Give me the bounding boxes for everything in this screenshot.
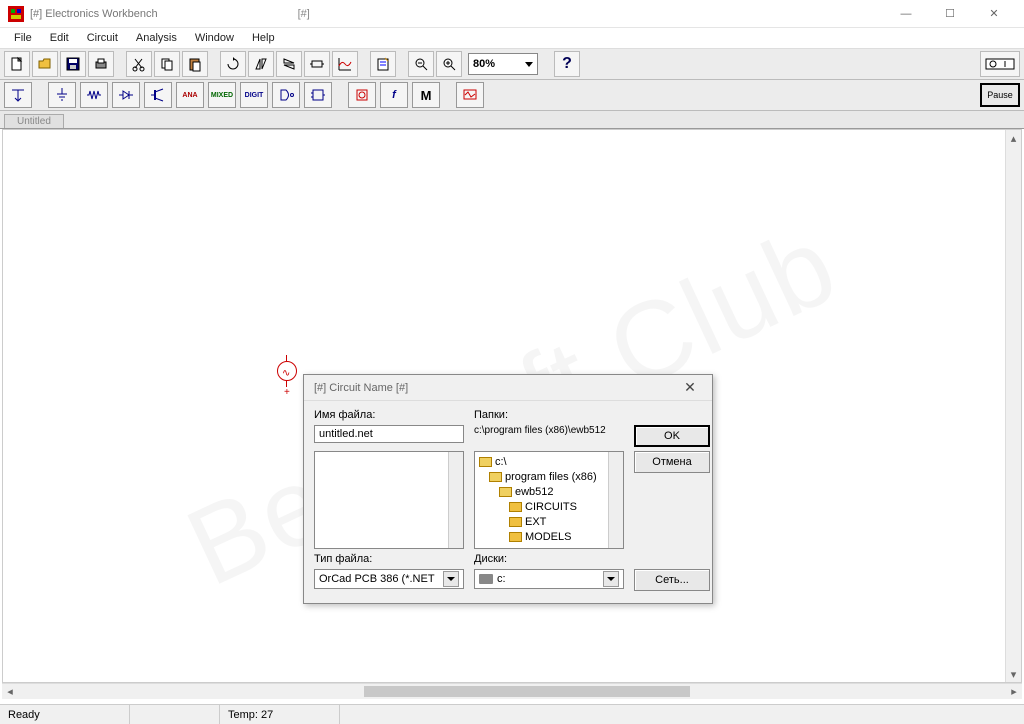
scroll-thumb[interactable] (364, 686, 690, 697)
folder-open-icon (489, 472, 502, 482)
tree-scrollbar[interactable] (608, 452, 623, 548)
digital-ics-bin[interactable]: DIGIT (240, 82, 268, 108)
close-button[interactable]: ✕ (972, 0, 1016, 28)
app-icon (8, 6, 24, 22)
diode-bin[interactable] (112, 82, 140, 108)
status-bar: Ready Temp: 27 (0, 704, 1024, 724)
indicators-bin[interactable] (348, 82, 376, 108)
cancel-button[interactable]: Отмена (634, 451, 710, 473)
scroll-up-icon[interactable]: ▴ (1006, 130, 1021, 146)
status-temp: Temp: 27 (220, 705, 340, 724)
sources-bin[interactable] (4, 82, 32, 108)
tab-untitled[interactable]: Untitled (4, 114, 64, 128)
folder-tree[interactable]: c:\ program files (x86) ewb512 CIRCUITS … (474, 451, 624, 549)
component-toolbar: ANA MIXED DIGIT f M Pause (0, 80, 1024, 111)
copy-button[interactable] (154, 51, 180, 77)
file-type-label: Тип файла: (314, 553, 464, 565)
disk-select[interactable]: c: (474, 569, 624, 589)
zoom-in-button[interactable] (436, 51, 462, 77)
scroll-left-icon[interactable]: ◂ (2, 685, 18, 698)
ac-source-component[interactable]: ∿ + (275, 355, 299, 387)
zoom-select[interactable]: 80% (468, 53, 538, 75)
file-listbox[interactable] (314, 451, 464, 549)
menu-window[interactable]: Window (187, 30, 242, 46)
save-dialog: [#] Circuit Name [#] ✕ Имя файла: Папки:… (303, 374, 713, 604)
filename-label: Имя файла: (314, 409, 464, 421)
pause-button[interactable]: Pause (980, 83, 1020, 107)
folder-icon (509, 502, 522, 512)
listbox-scrollbar[interactable] (448, 452, 463, 548)
network-button[interactable]: Сеть... (634, 569, 710, 591)
dialog-title: [#] Circuit Name [#] (314, 382, 408, 394)
subcircuit-button[interactable] (304, 51, 330, 77)
disk-icon (479, 574, 493, 584)
cut-button[interactable] (126, 51, 152, 77)
file-type-select[interactable]: OrCad PCB 386 (*.NET (314, 569, 464, 589)
maximize-button[interactable]: ☐ (928, 0, 972, 28)
menu-file[interactable]: File (6, 30, 40, 46)
dialog-close-button[interactable]: ✕ (678, 379, 702, 396)
digital-bin[interactable] (304, 82, 332, 108)
folder-icon (509, 532, 522, 542)
main-toolbar: 80% ? (0, 48, 1024, 80)
menu-help[interactable]: Help (244, 30, 283, 46)
properties-button[interactable] (370, 51, 396, 77)
menu-circuit[interactable]: Circuit (79, 30, 126, 46)
ground-bin[interactable] (48, 82, 76, 108)
dialog-titlebar: [#] Circuit Name [#] ✕ (304, 375, 712, 401)
mixed-ics-bin[interactable]: MIXED (208, 82, 236, 108)
menu-bar: File Edit Circuit Analysis Window Help (0, 28, 1024, 48)
folder-icon (509, 517, 522, 527)
basic-bin[interactable] (80, 82, 108, 108)
status-ready: Ready (0, 705, 130, 724)
flip-horizontal-button[interactable] (248, 51, 274, 77)
flip-vertical-button[interactable] (276, 51, 302, 77)
instruments-bin[interactable] (456, 82, 484, 108)
current-path: c:\program files (x86)\ewb512 (474, 425, 624, 447)
menu-edit[interactable]: Edit (42, 30, 77, 46)
folder-open-icon (479, 457, 492, 467)
filename-input[interactable]: untitled.net (314, 425, 464, 443)
controls-bin[interactable]: f (380, 82, 408, 108)
new-file-button[interactable] (4, 51, 30, 77)
vertical-scrollbar[interactable]: ▴ ▾ (1005, 130, 1021, 682)
zoom-out-button[interactable] (408, 51, 434, 77)
power-switch[interactable] (980, 51, 1020, 77)
title-bar: [#] Electronics Workbench [#] — ☐ ✕ (0, 0, 1024, 28)
horizontal-scrollbar[interactable]: ◂ ▸ (2, 683, 1022, 699)
scroll-down-icon[interactable]: ▾ (1006, 666, 1021, 682)
logic-gates-bin[interactable] (272, 82, 300, 108)
save-button[interactable] (60, 51, 86, 77)
ok-button[interactable]: OK (634, 425, 710, 447)
print-button[interactable] (88, 51, 114, 77)
window-title: [#] Electronics Workbench (30, 8, 158, 20)
minimize-button[interactable]: — (884, 0, 928, 28)
misc-bin[interactable]: M (412, 82, 440, 108)
document-tabs: Untitled (0, 111, 1024, 129)
transistor-bin[interactable] (144, 82, 172, 108)
analog-ics-bin[interactable]: ANA (176, 82, 204, 108)
status-cell-2 (130, 705, 220, 724)
disks-label: Диски: (474, 553, 624, 565)
help-button[interactable]: ? (554, 51, 580, 77)
schematic-canvas[interactable]: BestSoft.Club ∿ + ▴ ▾ [#] Circuit Name [… (2, 129, 1022, 683)
paste-button[interactable] (182, 51, 208, 77)
menu-analysis[interactable]: Analysis (128, 30, 185, 46)
scroll-right-icon[interactable]: ▸ (1006, 685, 1022, 698)
rotate-button[interactable] (220, 51, 246, 77)
open-file-button[interactable] (32, 51, 58, 77)
doc-indicator: [#] (298, 8, 310, 20)
folder-open-icon (499, 487, 512, 497)
folders-label: Папки: (474, 409, 624, 421)
graph-button[interactable] (332, 51, 358, 77)
